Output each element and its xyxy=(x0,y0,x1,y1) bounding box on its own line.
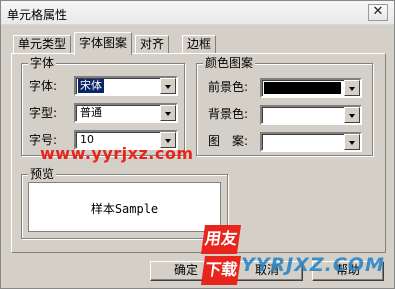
pattern-label: 图 案: xyxy=(208,134,249,148)
preview-box: 样本Sample xyxy=(28,182,221,232)
style-value: 普通 xyxy=(80,106,102,119)
pattern-swatch xyxy=(264,136,341,148)
chevron-down-icon[interactable] xyxy=(160,105,176,121)
preview-group-title: 预览 xyxy=(28,167,57,181)
window-title: 单元格属性 xyxy=(7,8,68,22)
watermark-logo-top: 用友 xyxy=(200,225,242,254)
tab-cell-type[interactable]: 单元类型 xyxy=(13,35,72,53)
watermark-logo-bottom: 下载 xyxy=(200,256,242,285)
preview-sample-text: 样本Sample xyxy=(90,202,159,216)
foreground-label: 前景色: xyxy=(208,80,249,94)
background-color-select[interactable] xyxy=(260,105,362,125)
chevron-down-icon[interactable] xyxy=(344,107,360,123)
color-pattern-group-title: 颜色图案 xyxy=(203,56,256,70)
style-select[interactable]: 普通 xyxy=(74,103,178,123)
font-group-title: 字体 xyxy=(28,56,57,70)
title-bar: 单元格属性 ✕ xyxy=(1,1,394,25)
chevron-down-icon[interactable] xyxy=(344,134,360,150)
font-select[interactable]: 宋体 xyxy=(74,76,178,96)
watermark-url: www.yyrjxz.com xyxy=(40,144,194,163)
pattern-select[interactable] xyxy=(260,132,362,152)
watermark-site: YYRJXZ.COM xyxy=(241,254,385,276)
cell-properties-dialog: 单元格属性 ✕ 单元类型 字体图案 对齐 边框 字体 字体: 宋体 字型: 普通… xyxy=(0,0,395,289)
font-value: 宋体 xyxy=(78,79,104,93)
close-icon: ✕ xyxy=(372,4,384,19)
foreground-swatch xyxy=(264,82,341,94)
watermark-logo: 用友 下载 xyxy=(200,225,242,287)
background-swatch xyxy=(264,109,341,121)
chevron-down-icon[interactable] xyxy=(160,78,176,94)
tab-font-pattern[interactable]: 字体图案 xyxy=(74,32,133,55)
font-label: 字体: xyxy=(29,79,58,93)
background-label: 背景色: xyxy=(208,107,249,121)
chevron-down-icon[interactable] xyxy=(344,80,360,96)
tab-border[interactable]: 边框 xyxy=(182,35,217,53)
foreground-color-select[interactable] xyxy=(260,78,362,98)
close-button[interactable]: ✕ xyxy=(368,4,388,21)
style-label: 字型: xyxy=(29,106,58,120)
tab-alignment[interactable]: 对齐 xyxy=(135,35,170,53)
